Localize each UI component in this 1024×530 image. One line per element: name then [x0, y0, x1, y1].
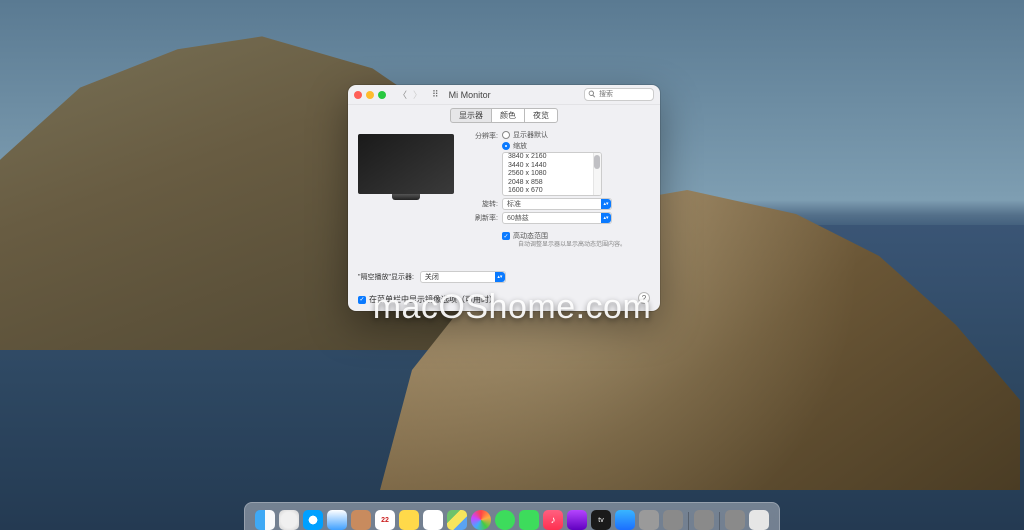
dock-podcast[interactable] — [567, 510, 587, 530]
show-all-icon[interactable]: ⠿ — [432, 89, 439, 100]
content: 分辨率: 显示器默认 缩放 3840 x 2160 3440 x 1440 25… — [348, 126, 660, 267]
close-button[interactable] — [354, 91, 362, 99]
radio-label: 缩放 — [513, 141, 527, 151]
tab-nightshift[interactable]: 夜览 — [524, 108, 558, 123]
resolution-row: 分辨率: 显示器默认 缩放 3840 x 2160 3440 x 1440 25… — [462, 130, 650, 196]
resolution-list[interactable]: 3840 x 2160 3440 x 1440 2560 x 1080 2048… — [502, 152, 602, 196]
scrollbar[interactable] — [593, 153, 601, 195]
dock-calendar[interactable]: 22 — [375, 510, 395, 530]
airplay-row: "隔空播放"显示器: 关闭 ▴▾ — [348, 267, 660, 287]
hdr-row: ✓ 高动态范围 自动调整显示器以显示高动态范围内容。 — [462, 228, 650, 249]
airplay-label: "隔空播放"显示器: — [358, 272, 414, 282]
dock-music[interactable]: ♪ — [543, 510, 563, 530]
airplay-value: 关闭 — [425, 272, 439, 282]
select-chevrons-icon: ▴▾ — [601, 213, 611, 223]
resolution-option[interactable]: 3840 x 2160 — [503, 153, 601, 162]
back-button[interactable]: 〈 — [396, 88, 409, 101]
rotation-value: 标准 — [507, 199, 521, 209]
forward-button[interactable]: 〉 — [411, 88, 424, 101]
dock-downloads[interactable] — [725, 510, 745, 530]
dock-tv[interactable]: tv — [591, 510, 611, 530]
dock-reminders[interactable] — [423, 510, 443, 530]
tab-display[interactable]: 显示器 — [450, 108, 492, 123]
refresh-row: 刷新率: 60赫兹 ▴▾ — [462, 212, 650, 224]
displays-preferences-window: 〈 〉 ⠿ Mi Monitor 显示器 颜色 夜览 分辨率: 显示器默认 — [348, 85, 660, 311]
dock-safari[interactable] — [303, 510, 323, 530]
hdr-hint: 自动调整显示器以显示高动态范围内容。 — [518, 241, 650, 249]
tab-color[interactable]: 颜色 — [492, 108, 524, 123]
radio-checked-icon — [502, 142, 510, 150]
dock-other[interactable] — [663, 510, 683, 530]
airplay-select[interactable]: 关闭 ▴▾ — [420, 271, 506, 283]
resolution-option[interactable]: 2048 x 858 — [503, 179, 601, 188]
zoom-button[interactable] — [378, 91, 386, 99]
refresh-label: 刷新率: — [462, 212, 498, 223]
dock-appstore[interactable] — [615, 510, 635, 530]
traffic-lights — [354, 91, 386, 99]
rotation-row: 旋转: 标准 ▴▾ — [462, 198, 650, 210]
dock-launchpad[interactable] — [279, 510, 299, 530]
radio-label: 显示器默认 — [513, 130, 548, 140]
dock-facetime[interactable] — [519, 510, 539, 530]
dock: 22 ♪ tv — [244, 502, 780, 530]
radio-icon — [502, 131, 510, 139]
checkbox-checked-icon: ✓ — [502, 232, 510, 240]
resolution-label: 分辨率: — [462, 130, 498, 141]
dock-separator — [719, 512, 720, 530]
dock-notes[interactable] — [399, 510, 419, 530]
refresh-value: 60赫兹 — [507, 213, 529, 223]
dock-messages[interactable] — [495, 510, 515, 530]
rotation-select[interactable]: 标准 ▴▾ — [502, 198, 612, 210]
window-titlebar: 〈 〉 ⠿ Mi Monitor — [348, 85, 660, 105]
nav-buttons: 〈 〉 — [396, 88, 424, 101]
search-icon — [588, 90, 596, 98]
refresh-select[interactable]: 60赫兹 ▴▾ — [502, 212, 612, 224]
hdr-label: 高动态范围 — [513, 231, 548, 241]
resolution-default-option[interactable]: 显示器默认 — [502, 130, 650, 140]
monitor-preview-image — [358, 134, 454, 194]
rotation-label: 旋转: — [462, 198, 498, 209]
scrollbar-thumb[interactable] — [594, 155, 600, 169]
dock-separator — [688, 512, 689, 530]
search-wrap — [584, 88, 654, 101]
watermark-text: macOShome.com — [0, 288, 1024, 327]
minimize-button[interactable] — [366, 91, 374, 99]
dock-trash[interactable] — [749, 510, 769, 530]
dock-photos[interactable] — [471, 510, 491, 530]
select-chevrons-icon: ▴▾ — [495, 272, 505, 282]
window-title: Mi Monitor — [449, 90, 491, 100]
dock-mail[interactable] — [327, 510, 347, 530]
hdr-checkbox[interactable]: ✓ 高动态范围 — [502, 231, 650, 241]
tabs: 显示器 颜色 夜览 — [348, 105, 660, 126]
dock-finder[interactable] — [255, 510, 275, 530]
dock-contacts[interactable] — [351, 510, 371, 530]
dock-sysprefs[interactable] — [639, 510, 659, 530]
select-chevrons-icon: ▴▾ — [601, 199, 611, 209]
resolution-option[interactable]: 2560 x 1080 — [503, 170, 601, 179]
dock-maps[interactable] — [447, 510, 467, 530]
dock-recent[interactable] — [694, 510, 714, 530]
resolution-option[interactable]: 1600 x 670 — [503, 187, 601, 196]
resolution-scaled-option[interactable]: 缩放 — [502, 141, 650, 151]
resolution-option[interactable]: 3440 x 1440 — [503, 162, 601, 171]
settings-panel: 分辨率: 显示器默认 缩放 3840 x 2160 3440 x 1440 25… — [462, 130, 650, 267]
